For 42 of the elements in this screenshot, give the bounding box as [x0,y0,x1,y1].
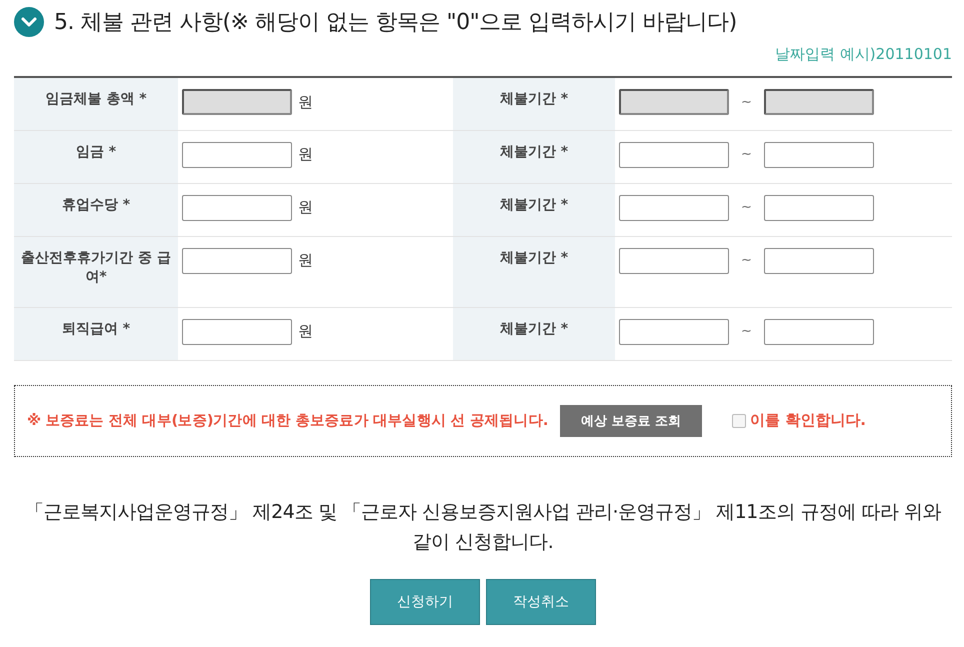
unit-label: 원 [298,251,313,270]
tilde-separator: ~ [741,94,752,110]
unit-label: 원 [298,198,313,217]
notice-text: ※ 보증료는 전체 대부(보증)기간에 대한 총보증료가 대부실행시 선 공제됩니다. [27,412,548,430]
tilde-separator: ~ [741,324,752,339]
amount-field[interactable] [182,194,292,220]
row-label: 임금 * [14,130,178,183]
row-label: 휴업수당 * [14,183,178,236]
tilde-separator: ~ [741,147,752,162]
period-label: 체불기간 * [453,307,615,360]
unit-label: 원 [298,322,313,341]
start-date-field[interactable] [619,142,729,168]
end-date-field[interactable] [764,194,874,220]
amount-field[interactable] [182,142,292,168]
apply-button[interactable]: 신청하기 [370,579,480,626]
confirm-checkbox[interactable] [732,414,746,428]
fee-lookup-button[interactable]: 예상 보증료 조회 [560,404,702,436]
amount-field[interactable] [182,248,292,274]
period-label: 체불기간 * [453,236,615,307]
chevron-down-icon[interactable] [14,7,44,37]
start-date-field[interactable] [619,248,729,274]
end-date-field[interactable] [764,142,874,168]
period-label: 체불기간 * [453,77,615,130]
end-date-field[interactable] [764,248,874,274]
row-label: 퇴직급여 * [14,307,178,360]
date-format-hint: 날짜입력 예시)20110101 [775,45,952,64]
amount-field[interactable] [182,318,292,344]
row-label: 출산전후휴가기간 중 급여* [14,236,178,307]
statement-text: 「근로복지사업운영규정」 제24조 및 「근로자 신용보증지원사업 관리·운영규정」 제11조의 규정에 따라 위와 같이 신청합니다. [24,500,942,555]
cancel-button[interactable]: 작성취소 [486,579,596,626]
period-label: 체불기간 * [453,130,615,183]
row-label: 임금체불 총액 * [14,77,178,130]
unit-label: 원 [298,92,313,112]
unit-label: 원 [298,145,313,164]
period-label: 체불기간 * [453,183,615,236]
end-date-field[interactable] [764,318,874,344]
start-date-field[interactable] [619,194,729,220]
confirm-label: 이를 확인합니다. [750,411,866,430]
start-date-field[interactable] [619,318,729,344]
tilde-separator: ~ [741,200,752,215]
section-title: 5. 체불 관련 사항(※ 해당이 없는 항목은 "0"으로 입력하시기 바랍니다) [54,9,737,37]
tilde-separator: ~ [741,253,752,268]
